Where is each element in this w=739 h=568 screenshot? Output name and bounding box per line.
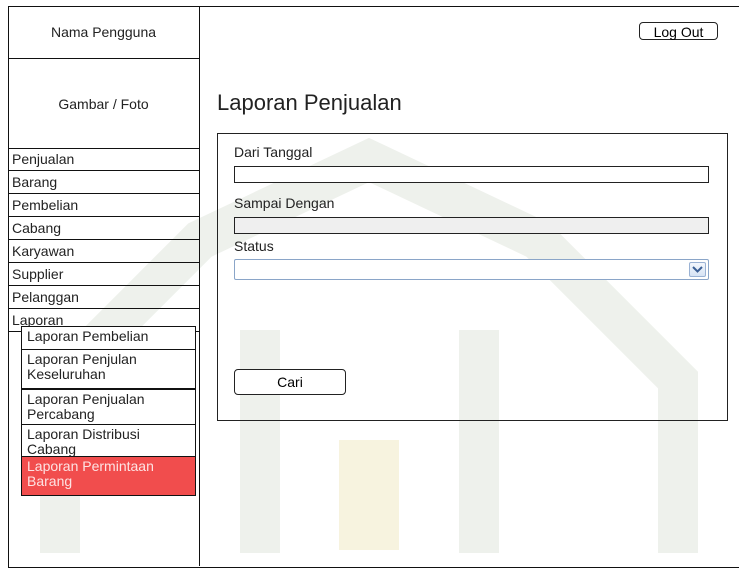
sidebar-item-karyawan[interactable]: Karyawan	[8, 240, 199, 263]
from-date-field[interactable]	[234, 166, 709, 183]
to-date-label: Sampai Dengan	[234, 195, 335, 211]
status-select[interactable]	[234, 259, 709, 280]
sidebar-item-barang[interactable]: Barang	[8, 171, 199, 194]
status-label: Status	[234, 238, 274, 254]
submenu-laporan-permintaan-barang[interactable]: Laporan Permintaan Barang	[21, 456, 196, 496]
sidebar-item-supplier[interactable]: Supplier	[8, 263, 199, 286]
sidebar-item-cabang[interactable]: Cabang	[8, 217, 199, 240]
sidebar-item-pelanggan[interactable]: Pelanggan	[8, 286, 199, 309]
from-date-label: Dari Tanggal	[234, 144, 313, 160]
sidebar: Nama Pengguna Gambar / Foto Penjualan Ba…	[8, 6, 200, 566]
sidebar-item-penjualan[interactable]: Penjualan	[8, 148, 199, 171]
submenu-laporan-pembelian[interactable]: Laporan Pembelian	[21, 326, 196, 350]
submenu-laporan-penjualan-percabang[interactable]: Laporan Penjualan Percabang	[21, 389, 196, 428]
logout-button[interactable]: Log Out	[639, 22, 718, 40]
user-photo: Gambar / Foto	[8, 59, 199, 149]
to-date-field[interactable]	[234, 217, 709, 234]
sidebar-item-pembelian[interactable]: Pembelian	[8, 194, 199, 217]
page-title: Laporan Penjualan	[217, 90, 402, 115]
search-button[interactable]: Cari	[234, 369, 346, 395]
user-name: Nama Pengguna	[8, 6, 199, 59]
submenu-laporan-distribusi-cabang[interactable]: Laporan Distribusi Cabang	[21, 424, 196, 460]
report-form: Dari Tanggal Sampai Dengan Status Cari	[217, 133, 728, 421]
submenu-laporan-penjualan-keseluruhan[interactable]: Laporan Penjulan Keseluruhan	[21, 349, 196, 389]
chevron-down-icon[interactable]	[689, 262, 706, 277]
